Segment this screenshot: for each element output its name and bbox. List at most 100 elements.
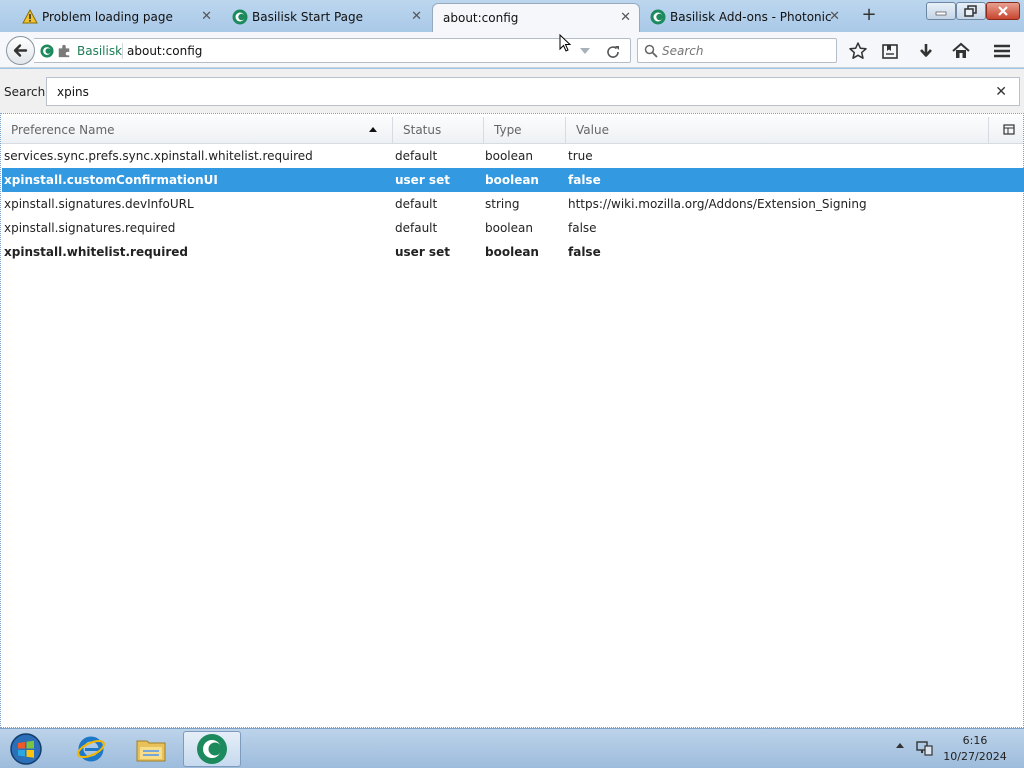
tree-header: Preference Name Status Type Value bbox=[1, 117, 1023, 144]
bookmark-star-icon[interactable] bbox=[848, 41, 868, 61]
column-picker-icon[interactable] bbox=[1003, 124, 1015, 136]
minimize-button[interactable] bbox=[926, 2, 956, 20]
warning-icon bbox=[22, 9, 38, 24]
tab-about-config[interactable]: about:config ✕ bbox=[432, 3, 640, 32]
column-label: Value bbox=[576, 123, 609, 137]
close-tab-icon[interactable]: ✕ bbox=[829, 9, 840, 25]
minimize-icon bbox=[935, 11, 947, 16]
pref-name: services.sync.prefs.sync.xpinstall.white… bbox=[4, 149, 313, 163]
reload-icon[interactable] bbox=[604, 43, 622, 61]
close-tab-icon[interactable]: ✕ bbox=[620, 10, 631, 26]
config-search-label: Search: bbox=[4, 85, 50, 99]
pref-value: https://wiki.mozilla.org/Addons/Extensio… bbox=[568, 197, 867, 211]
basilisk-icon bbox=[197, 734, 227, 764]
search-bar[interactable] bbox=[637, 38, 837, 63]
pref-name: xpinstall.customConfirmationUI bbox=[4, 173, 218, 187]
mouse-cursor-icon bbox=[559, 34, 571, 52]
navigation-toolbar: Basilisk about:config bbox=[0, 32, 1024, 68]
url-separator bbox=[122, 43, 123, 59]
column-label: Type bbox=[494, 123, 522, 137]
pref-value: false bbox=[568, 221, 597, 235]
pref-type: boolean bbox=[485, 221, 533, 235]
tab-basilisk-addons[interactable]: Basilisk Add-ons - Photonic ✕ bbox=[648, 3, 848, 31]
column-label: Status bbox=[403, 123, 442, 137]
tab-strip: Problem loading page ✕ Basilisk Start Pa… bbox=[0, 0, 1024, 32]
identity-box[interactable]: Basilisk bbox=[40, 43, 122, 59]
preferences-tree[interactable]: Preference Name Status Type Value servic… bbox=[0, 113, 1024, 728]
table-row[interactable]: xpinstall.whitelist.required user set bo… bbox=[2, 240, 1024, 264]
table-row[interactable]: services.sync.prefs.sync.xpinstall.white… bbox=[2, 144, 1024, 168]
back-button[interactable] bbox=[6, 36, 35, 65]
home-icon[interactable] bbox=[951, 41, 971, 61]
back-arrow-icon bbox=[13, 44, 28, 57]
table-row[interactable]: xpinstall.signatures.required default bo… bbox=[2, 216, 1024, 240]
pref-status: default bbox=[395, 197, 438, 211]
config-search-input[interactable] bbox=[57, 83, 957, 101]
basilisk-icon bbox=[650, 9, 666, 25]
network-icon[interactable] bbox=[915, 740, 933, 756]
column-header-status[interactable]: Status bbox=[393, 117, 484, 143]
show-hidden-icons-icon[interactable] bbox=[896, 743, 904, 748]
pref-type: boolean bbox=[485, 149, 533, 163]
tab-label: Problem loading page bbox=[42, 10, 173, 24]
restore-button[interactable] bbox=[956, 2, 986, 20]
bookmarks-menu-icon[interactable] bbox=[880, 41, 900, 61]
system-clock[interactable]: 6:16 10/27/2024 bbox=[940, 733, 1010, 765]
pref-type: string bbox=[485, 197, 520, 211]
pref-name: xpinstall.signatures.required bbox=[4, 221, 176, 235]
pref-name: xpinstall.whitelist.required bbox=[4, 245, 188, 259]
pref-status: user set bbox=[395, 245, 450, 259]
new-tab-button[interactable]: + bbox=[858, 5, 880, 27]
search-input[interactable] bbox=[662, 42, 832, 60]
downloads-icon[interactable] bbox=[916, 41, 936, 61]
start-orb-icon bbox=[10, 733, 42, 765]
menu-hamburger-icon[interactable] bbox=[992, 41, 1012, 61]
column-header-type[interactable]: Type bbox=[484, 117, 566, 143]
tab-label: about:config bbox=[443, 11, 519, 25]
restore-icon bbox=[964, 5, 977, 17]
close-icon bbox=[998, 6, 1008, 16]
table-row[interactable]: xpinstall.customConfirmationUI user set … bbox=[2, 168, 1024, 192]
pref-value: false bbox=[568, 245, 601, 259]
taskbar: 6:16 10/27/2024 bbox=[0, 728, 1024, 768]
config-search-row: Search: ✕ bbox=[0, 69, 1024, 113]
column-header-value[interactable]: Value bbox=[566, 117, 989, 143]
taskbar-file-explorer[interactable] bbox=[122, 731, 180, 767]
start-button[interactable] bbox=[0, 731, 52, 767]
column-header-preference-name[interactable]: Preference Name bbox=[1, 117, 393, 143]
puzzle-piece-icon bbox=[58, 44, 70, 58]
config-search-box[interactable]: ✕ bbox=[46, 77, 1020, 106]
clock-date: 10/27/2024 bbox=[943, 750, 1007, 763]
internet-explorer-icon bbox=[77, 736, 105, 762]
tab-label: Basilisk Start Page bbox=[252, 10, 364, 24]
basilisk-icon bbox=[232, 9, 248, 25]
pref-status: default bbox=[395, 221, 438, 235]
pref-type: boolean bbox=[485, 245, 539, 259]
pref-status: user set bbox=[395, 173, 450, 187]
clear-search-icon[interactable]: ✕ bbox=[995, 84, 1007, 100]
close-tab-icon[interactable]: ✕ bbox=[201, 9, 212, 25]
clock-time: 6:16 bbox=[962, 734, 988, 747]
sort-ascending-icon bbox=[369, 127, 377, 132]
pref-value: false bbox=[568, 173, 601, 187]
identity-label: Basilisk bbox=[77, 44, 123, 58]
tab-basilisk-start[interactable]: Basilisk Start Page ✕ bbox=[230, 3, 430, 31]
search-icon bbox=[644, 44, 658, 58]
url-text[interactable]: about:config bbox=[127, 44, 202, 58]
history-dropdown-icon[interactable] bbox=[577, 43, 593, 59]
pref-value: true bbox=[568, 149, 593, 163]
close-tab-icon[interactable]: ✕ bbox=[411, 9, 422, 25]
table-row[interactable]: xpinstall.signatures.devInfoURL default … bbox=[2, 192, 1024, 216]
file-explorer-icon bbox=[136, 740, 166, 762]
pref-type: boolean bbox=[485, 173, 539, 187]
url-bar[interactable]: Basilisk about:config bbox=[34, 38, 631, 63]
basilisk-icon bbox=[40, 44, 54, 58]
close-window-button[interactable] bbox=[986, 2, 1020, 20]
taskbar-basilisk[interactable] bbox=[183, 731, 241, 767]
column-label: Preference Name bbox=[11, 123, 115, 137]
tab-problem-loading[interactable]: Problem loading page ✕ bbox=[20, 3, 220, 31]
tab-label: Basilisk Add-ons - Photonic bbox=[670, 10, 832, 24]
taskbar-internet-explorer[interactable] bbox=[62, 731, 120, 767]
pref-name: xpinstall.signatures.devInfoURL bbox=[4, 197, 194, 211]
pref-status: default bbox=[395, 149, 438, 163]
